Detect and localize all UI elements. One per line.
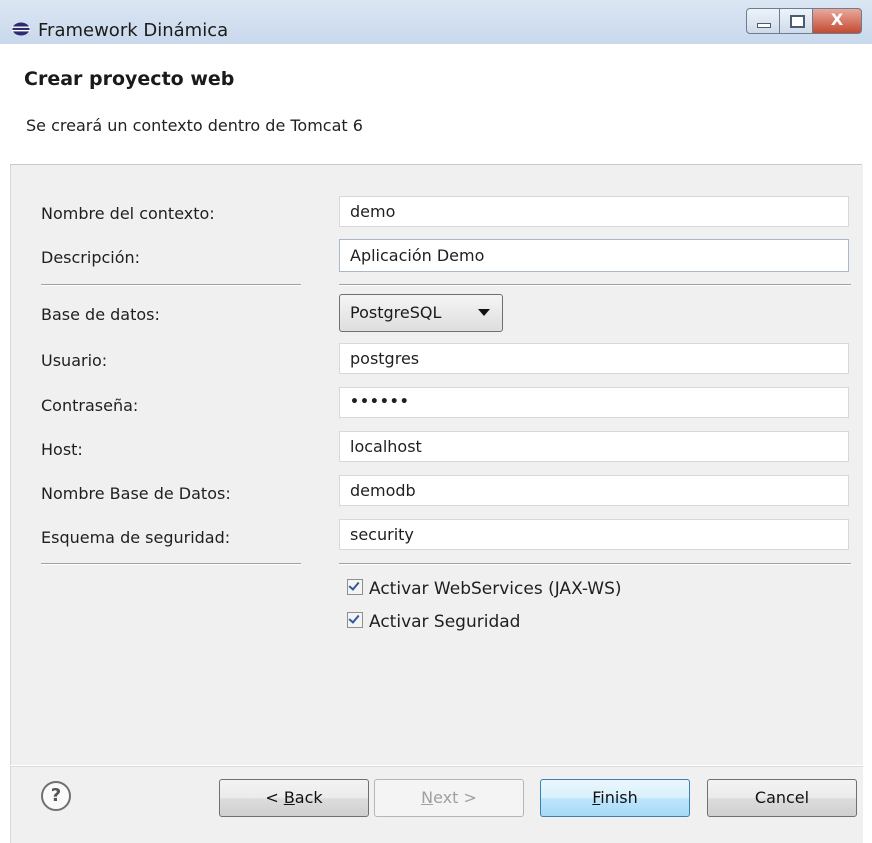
maximize-icon — [790, 15, 805, 28]
back-mnemonic: B — [283, 788, 295, 807]
maximize-button[interactable] — [780, 8, 813, 34]
security-checkbox-row[interactable]: Activar Seguridad — [347, 612, 520, 632]
host-input[interactable]: localhost — [339, 431, 849, 462]
chevron-down-icon — [478, 309, 490, 316]
page-title: Crear proyecto web — [24, 68, 235, 90]
security-schema-input[interactable]: security — [339, 519, 849, 550]
database-select-value: PostgreSQL — [350, 303, 442, 322]
webservices-checkbox[interactable] — [347, 579, 363, 595]
user-label: Usuario: — [41, 351, 108, 370]
db-name-label: Nombre Base de Datos: — [41, 484, 231, 503]
security-schema-label: Esquema de seguridad: — [41, 528, 231, 547]
database-select[interactable]: PostgreSQL — [339, 294, 503, 332]
webservices-checkbox-row[interactable]: Activar WebServices (JAX-WS) — [347, 579, 622, 599]
db-name-input[interactable]: demodb — [339, 475, 849, 506]
context-name-input[interactable]: demo — [339, 196, 849, 227]
next-button[interactable]: Next > — [374, 779, 524, 817]
security-checkbox-label: Activar Seguridad — [369, 612, 521, 632]
user-input[interactable]: postgres — [339, 343, 849, 374]
back-prefix: < — [265, 788, 284, 807]
separator-left — [41, 563, 301, 565]
dialog-window: Framework Dinámica X Crear proyecto web … — [0, 0, 872, 843]
separator-right — [339, 563, 851, 565]
description-label: Descripción: — [41, 248, 141, 267]
finish-button[interactable]: Finish — [540, 779, 690, 817]
finish-rest: inish — [600, 788, 638, 807]
wizard-header: Crear proyecto web Se creará un contexto… — [10, 44, 862, 165]
form-panel: Nombre del contexto: demo Descripción: A… — [10, 165, 863, 765]
cancel-button[interactable]: Cancel — [707, 779, 857, 817]
next-mnemonic: N — [421, 788, 434, 807]
minimize-button[interactable] — [746, 8, 780, 34]
webservices-checkbox-label: Activar WebServices (JAX-WS) — [369, 579, 622, 599]
close-icon: X — [830, 10, 844, 29]
page-description: Se creará un contexto dentro de Tomcat 6 — [26, 116, 363, 135]
close-button[interactable]: X — [813, 8, 862, 34]
password-label: Contraseña: — [41, 396, 139, 415]
minimize-icon — [757, 23, 771, 28]
window-controls: X — [746, 8, 862, 34]
button-bar: ? < Back Next > Finish Cancel — [10, 766, 863, 843]
database-label: Base de datos: — [41, 305, 160, 324]
context-name-label: Nombre del contexto: — [41, 204, 215, 223]
next-rest: ext > — [433, 788, 477, 807]
password-input[interactable]: •••••• — [339, 387, 849, 418]
host-label: Host: — [41, 440, 83, 459]
back-rest: ack — [294, 788, 323, 807]
description-input[interactable]: Aplicación Demo — [339, 239, 849, 272]
window-title: Framework Dinámica — [38, 20, 229, 41]
eclipse-icon — [12, 22, 30, 36]
separator-right — [339, 284, 851, 286]
security-checkbox[interactable] — [347, 612, 363, 628]
help-icon[interactable]: ? — [41, 781, 71, 811]
back-button[interactable]: < Back — [219, 779, 369, 817]
title-bar[interactable]: Framework Dinámica X — [0, 0, 872, 44]
separator-left — [41, 284, 301, 286]
